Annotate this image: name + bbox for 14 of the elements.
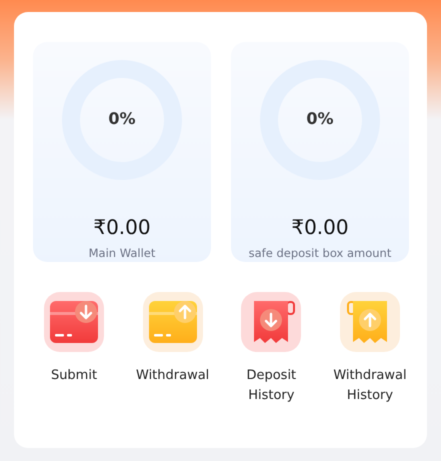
wallet-card-icon [142,292,203,352]
action-button[interactable]: Deposit History [223,292,320,405]
balance-amount: ₹0.00 [291,214,349,239]
action-button[interactable]: Withdrawal [124,292,221,405]
balance-amount: ₹0.00 [93,214,151,239]
percent-text: 0% [306,108,334,130]
wallet-card-icon [44,292,104,352]
wallet-label: safe deposit box amount [248,244,392,262]
action-button[interactable]: Withdrawal History [322,292,418,405]
receipt-icon [340,292,400,352]
percent-text: 0% [108,108,136,130]
receipt-icon [241,292,302,352]
action-button[interactable]: Submit [26,292,122,405]
wallet-label: Main Wallet [88,244,156,262]
